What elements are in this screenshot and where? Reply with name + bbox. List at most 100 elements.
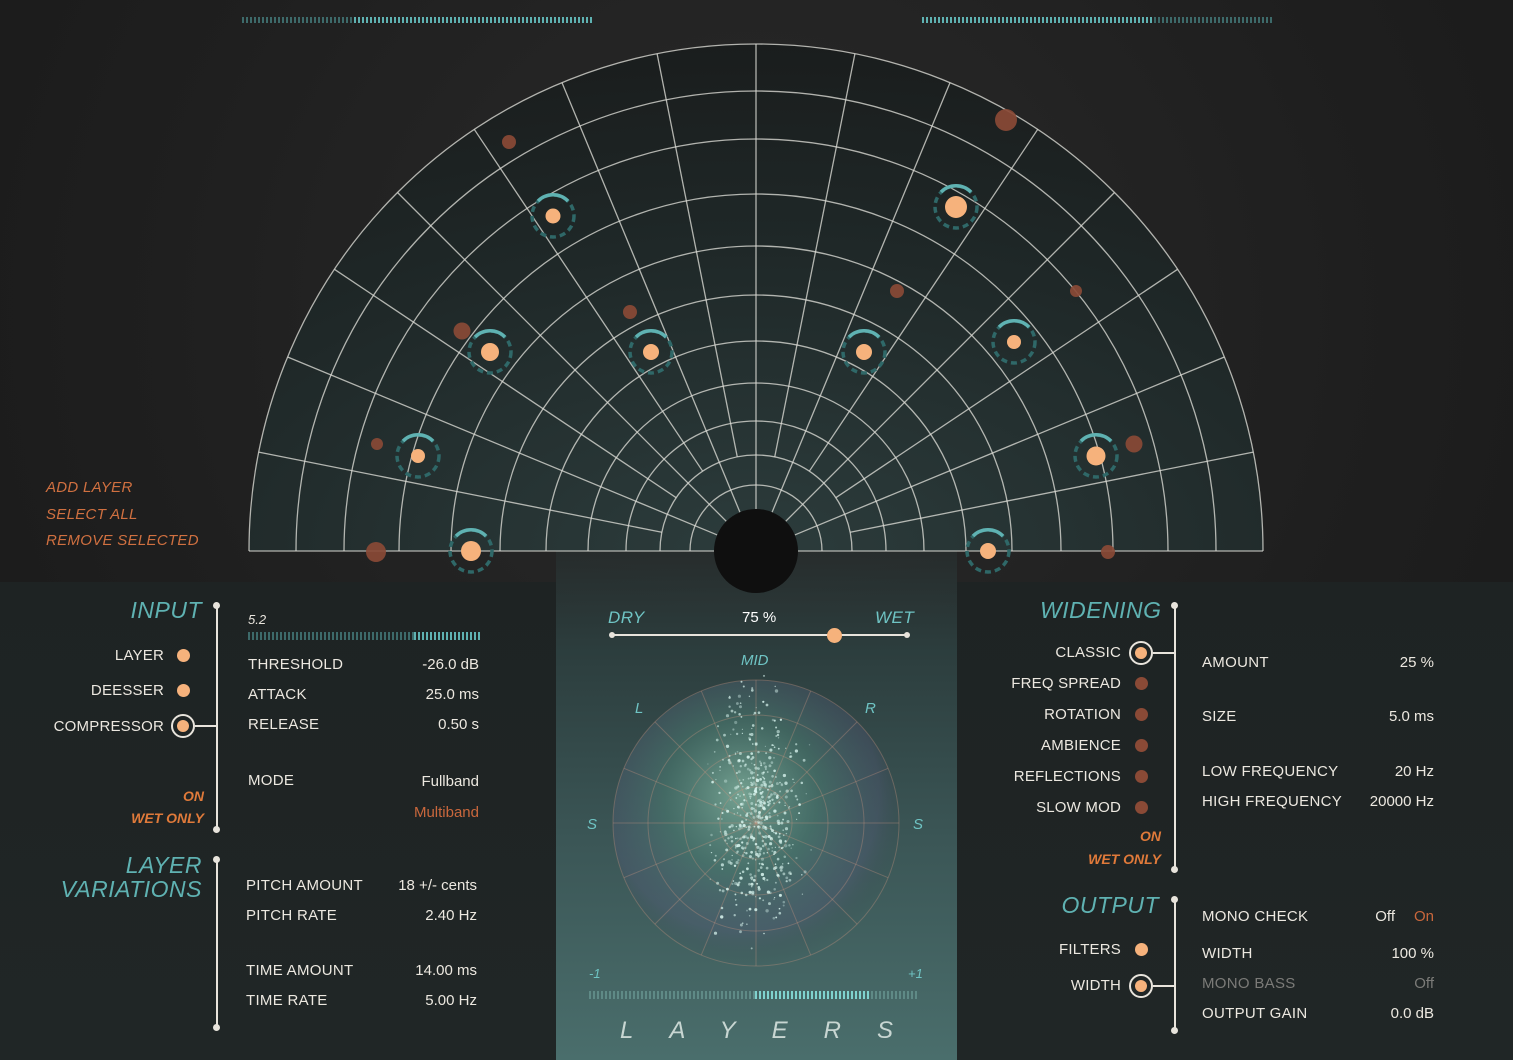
scope-sample-dot xyxy=(722,858,726,861)
layer-variations-title-line2: VARIATIONS xyxy=(60,876,202,902)
scope-sample-dot xyxy=(789,755,793,758)
module-layer-label[interactable]: LAYER xyxy=(115,647,164,664)
variations-tree-bottom-dot xyxy=(213,1024,220,1031)
layer-placement-field[interactable] xyxy=(0,0,1513,600)
module-layer-toggle[interactable] xyxy=(177,649,190,662)
scope-sample-dot xyxy=(754,783,758,786)
scope-sample-dot xyxy=(736,812,739,814)
scope-sample-dot xyxy=(736,883,740,887)
dry-wet-slider-track[interactable] xyxy=(612,634,908,636)
widening-ambience-toggle[interactable] xyxy=(1135,739,1148,752)
widening-freq-spread-toggle[interactable] xyxy=(1135,677,1148,690)
scope-sample-dot xyxy=(748,890,752,894)
time-rate-value[interactable]: 5.00 Hz xyxy=(425,992,477,1009)
scope-sample-dot xyxy=(748,915,751,917)
scope-sample-dot xyxy=(759,833,761,835)
add-layer-button[interactable]: ADD LAYER xyxy=(46,479,133,496)
amount-value[interactable]: 25 % xyxy=(1400,654,1434,671)
input-wet-only-toggle[interactable]: WET ONLY xyxy=(131,810,204,826)
widening-classic-label[interactable]: CLASSIC xyxy=(1055,644,1121,661)
module-deesser-toggle[interactable] xyxy=(177,684,190,697)
scope-sample-dot xyxy=(798,812,801,815)
attack-value[interactable]: 25.0 ms xyxy=(426,686,479,703)
scope-sample-dot xyxy=(725,808,727,810)
release-value[interactable]: 0.50 s xyxy=(438,716,479,733)
module-compressor-toggle[interactable] xyxy=(171,714,195,738)
module-deesser-label[interactable]: DEESSER xyxy=(91,682,164,699)
widening-wet-only-toggle[interactable]: WET ONLY xyxy=(1088,851,1161,867)
widening-classic-toggle[interactable] xyxy=(1129,641,1153,665)
widening-ambience-label[interactable]: AMBIENCE xyxy=(1041,737,1121,754)
scope-sample-dot xyxy=(715,778,717,781)
pitch-amount-value[interactable]: 18 +/- cents xyxy=(398,877,477,894)
scope-sample-dot xyxy=(753,713,755,716)
scope-sample-dot xyxy=(740,782,743,785)
scope-sample-dot xyxy=(720,915,724,919)
mode-option-fullband[interactable]: Fullband xyxy=(421,773,479,790)
scope-sample-dot xyxy=(745,814,749,817)
remove-selected-button[interactable]: REMOVE SELECTED xyxy=(46,532,199,549)
layer-ghost-dot xyxy=(1101,545,1115,559)
scope-sample-dot xyxy=(720,863,724,867)
pitch-rate-value[interactable]: 2.40 Hz xyxy=(425,907,477,924)
threshold-value[interactable]: -26.0 dB xyxy=(422,656,479,673)
layer-handle-dot xyxy=(461,541,481,561)
output-width-toggle[interactable] xyxy=(1129,974,1153,998)
mode-label: MODE xyxy=(248,772,295,789)
widening-on-toggle[interactable]: ON xyxy=(1140,828,1161,844)
scope-sample-dot xyxy=(759,821,763,825)
scope-sample-dot xyxy=(776,794,779,797)
scope-sample-dot xyxy=(774,881,777,884)
widening-freq-spread-label[interactable]: FREQ SPREAD xyxy=(1011,675,1121,692)
select-all-button[interactable]: SELECT ALL xyxy=(46,506,138,523)
widening-rotation-toggle[interactable] xyxy=(1135,708,1148,721)
scope-sample-dot xyxy=(753,763,756,766)
scope-sample-dot xyxy=(794,794,798,798)
scope-sample-dot xyxy=(759,789,761,791)
scope-sample-dot xyxy=(763,836,765,838)
mono-check-on[interactable]: On xyxy=(1414,908,1434,925)
scope-sample-dot xyxy=(771,850,774,852)
widening-reflections-label[interactable]: REFLECTIONS xyxy=(1014,768,1121,785)
mono-check-off[interactable]: Off xyxy=(1375,908,1395,925)
scope-sample-dot xyxy=(777,835,781,839)
scope-sample-dot xyxy=(793,781,795,784)
output-width-param-value[interactable]: 100 % xyxy=(1391,945,1434,962)
layer-ghost-dot xyxy=(371,438,383,450)
scope-sample-dot xyxy=(733,711,737,714)
scope-sample-dot xyxy=(773,853,775,856)
output-width-label[interactable]: WIDTH xyxy=(1071,977,1121,994)
mono-bass-value[interactable]: Off xyxy=(1414,975,1434,992)
output-filters-toggle[interactable] xyxy=(1135,943,1148,956)
scope-sample-dot xyxy=(759,805,761,807)
high-frequency-label: HIGH FREQUENCY xyxy=(1202,793,1343,810)
widening-slow-mod-toggle[interactable] xyxy=(1135,801,1148,814)
scope-sample-dot xyxy=(756,845,760,849)
scope-sample-dot xyxy=(751,876,753,879)
output-filters-label[interactable]: FILTERS xyxy=(1059,941,1121,958)
scope-sample-dot xyxy=(782,773,787,778)
input-on-toggle[interactable]: ON xyxy=(183,788,204,804)
scope-sample-dot xyxy=(735,771,738,775)
module-compressor-label[interactable]: COMPRESSOR xyxy=(54,718,164,735)
scope-sample-dot xyxy=(734,837,737,840)
widening-reflections-toggle[interactable] xyxy=(1135,770,1148,783)
scope-sample-dot xyxy=(742,847,745,850)
mode-option-multiband[interactable]: Multiband xyxy=(414,804,479,821)
classic-connector xyxy=(1153,652,1175,654)
widening-slow-mod-label[interactable]: SLOW MOD xyxy=(1036,799,1121,816)
scope-sample-dot xyxy=(754,850,757,854)
time-amount-value[interactable]: 14.00 ms xyxy=(415,962,477,979)
size-value[interactable]: 5.0 ms xyxy=(1389,708,1434,725)
widening-rotation-label[interactable]: ROTATION xyxy=(1044,706,1121,723)
scope-sample-dot xyxy=(769,837,774,841)
scope-sample-dot xyxy=(750,783,754,787)
output-gain-value[interactable]: 0.0 dB xyxy=(1391,1005,1434,1022)
scope-sample-dot xyxy=(752,837,756,841)
scope-sample-dot xyxy=(768,815,772,819)
scope-sample-dot xyxy=(751,890,755,894)
low-frequency-value[interactable]: 20 Hz xyxy=(1395,763,1434,780)
scope-sample-dot xyxy=(743,799,746,802)
scope-sample-dot xyxy=(780,782,783,785)
high-frequency-value[interactable]: 20000 Hz xyxy=(1370,793,1434,810)
